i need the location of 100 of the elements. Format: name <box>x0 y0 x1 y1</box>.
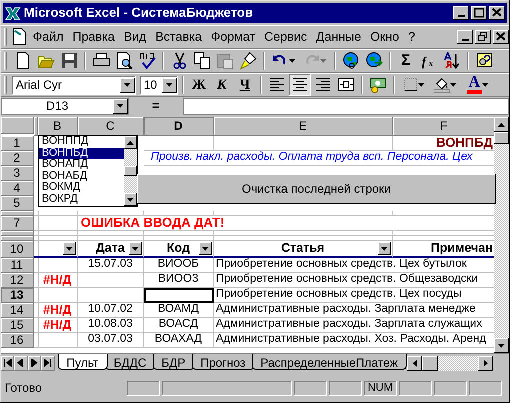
empty-cell[interactable] <box>38 216 78 231</box>
cell-text[interactable]: 10.08.03 <box>78 318 144 333</box>
list-item[interactable]: ВОНПБД <box>39 148 124 160</box>
header-cell[interactable]: Статья <box>214 241 393 258</box>
cell-text[interactable]: ВОАСД <box>144 318 214 333</box>
font-color-button[interactable]: A <box>461 74 495 96</box>
empty-cell[interactable] <box>38 333 78 348</box>
menu-item[interactable]: Файл <box>29 26 68 48</box>
menu-item[interactable]: Правка <box>68 26 119 48</box>
list-item[interactable]: ВОКМД <box>39 182 124 194</box>
dropdown-button[interactable] <box>120 78 135 92</box>
row-header[interactable]: 11 <box>1 258 34 273</box>
row-header[interactable]: 1 <box>1 136 34 151</box>
menu-item[interactable]: Окно <box>366 26 404 48</box>
empty-cell[interactable] <box>144 136 214 151</box>
filter-dropdown-button[interactable] <box>63 242 76 255</box>
close-button[interactable] <box>489 6 505 20</box>
empty-cell[interactable] <box>38 258 78 273</box>
column-header[interactable] <box>34 117 38 136</box>
filter-dropdown-button[interactable] <box>378 242 391 255</box>
row-header[interactable]: 10 <box>1 241 34 258</box>
sum-button[interactable]: Σ <box>395 50 417 72</box>
sheet-tab[interactable]: БДР <box>152 354 195 370</box>
cell-text[interactable]: #Н/Д <box>38 273 78 288</box>
cell-text[interactable]: ВОАХАД <box>144 333 214 348</box>
scroll-down-button[interactable] <box>494 338 509 353</box>
dropdown-button[interactable] <box>113 98 128 114</box>
menu-item[interactable]: Данные <box>312 26 366 48</box>
list-item[interactable]: ВОНАБД <box>39 170 124 182</box>
tab-scroll-prev-button[interactable] <box>14 356 28 370</box>
menu-item[interactable]: Вид <box>120 26 151 48</box>
tab-scroll-next-button[interactable] <box>28 356 42 370</box>
column-header[interactable]: E <box>214 117 393 136</box>
cell-text[interactable]: ВОАМД <box>144 303 214 318</box>
paintbrush-button[interactable] <box>237 50 259 72</box>
menu-item[interactable]: Вставка <box>152 26 206 48</box>
align-center-button[interactable] <box>289 74 311 96</box>
menu-item[interactable]: Сервис <box>260 26 312 48</box>
cell-text[interactable]: #Н/Д <box>38 303 78 318</box>
empty-cell[interactable] <box>38 241 78 258</box>
empty-cell[interactable] <box>34 303 39 318</box>
cell-text[interactable]: #Н/Д <box>38 318 78 333</box>
filter-dropdown-button[interactable] <box>129 242 142 255</box>
empty-cell[interactable] <box>78 236 144 241</box>
list-item[interactable]: ВОНАПД <box>39 159 124 171</box>
empty-cell[interactable] <box>34 273 39 288</box>
empty-cell[interactable] <box>78 231 144 236</box>
tab-scroll-first-button[interactable] <box>1 356 14 370</box>
workbook-restore-button[interactable] <box>475 30 491 44</box>
empty-cell[interactable] <box>78 273 144 288</box>
workbook-minimize-button[interactable] <box>457 30 473 44</box>
cell-text[interactable]: ВИОО3 <box>144 273 214 288</box>
row-header[interactable]: 3 <box>1 166 34 181</box>
scroll-thumb[interactable] <box>422 356 438 370</box>
list-box[interactable]: ВОНППД ВОНПБД ВОНАПД ВОНАБД ВОКМД ВОКРД <box>38 135 138 207</box>
row-header[interactable]: 16 <box>1 333 34 348</box>
empty-cell[interactable] <box>34 258 39 273</box>
list-item[interactable]: ВОКРД <box>39 194 124 206</box>
row-header[interactable]: 14 <box>1 303 34 318</box>
empty-cell[interactable] <box>38 211 78 216</box>
column-header[interactable]: D <box>144 117 214 136</box>
list-item[interactable]: ВОНППД <box>39 136 124 148</box>
tab-scroll-last-button[interactable] <box>41 356 55 370</box>
row-header[interactable] <box>1 211 34 216</box>
empty-cell[interactable] <box>214 136 393 151</box>
scroll-up-button[interactable] <box>494 117 509 132</box>
empty-cell[interactable] <box>78 211 144 216</box>
row-header[interactable]: 2 <box>1 151 34 166</box>
maximize-button[interactable] <box>471 6 487 20</box>
scroll-left-button[interactable] <box>407 356 422 370</box>
empty-cell[interactable] <box>34 333 39 348</box>
formula-input[interactable] <box>183 98 509 114</box>
empty-cell[interactable] <box>34 318 39 333</box>
font-size-field[interactable]: 10 <box>140 76 178 94</box>
row-header[interactable]: 13 <box>1 288 34 303</box>
row-header[interactable] <box>1 236 34 241</box>
header-cell[interactable]: Дата <box>78 241 144 258</box>
row-header[interactable]: 15 <box>1 318 34 333</box>
cell-text[interactable]: 03.07.03 <box>78 333 144 348</box>
empty-cell[interactable] <box>38 231 78 236</box>
scroll-thumb[interactable] <box>124 166 137 176</box>
scroll-right-button[interactable] <box>478 356 493 370</box>
menu-item[interactable]: Формат <box>207 26 260 48</box>
underline-button[interactable]: Ч <box>234 74 256 96</box>
cell-text[interactable]: ВИООБ <box>144 258 214 273</box>
menu-item[interactable]: ? <box>404 26 420 48</box>
sheet-tab[interactable]: РаспределенныеПлатеж <box>252 354 407 370</box>
empty-cell[interactable] <box>214 211 393 216</box>
empty-cell[interactable] <box>214 231 393 236</box>
column-header[interactable]: B <box>38 117 78 136</box>
sheet-tab[interactable]: Пульт <box>58 354 108 370</box>
header-cell[interactable]: Код <box>144 241 214 258</box>
name-box[interactable]: D13 <box>1 98 129 114</box>
empty-cell[interactable] <box>38 288 78 303</box>
row-header[interactable]: 7 <box>1 216 34 231</box>
sheet-tab[interactable]: Прогноз <box>192 354 255 370</box>
dropdown-button[interactable] <box>162 78 177 92</box>
scroll-up-button[interactable] <box>124 136 137 149</box>
empty-cell[interactable] <box>214 236 393 241</box>
row-header[interactable]: 5 <box>1 196 34 211</box>
